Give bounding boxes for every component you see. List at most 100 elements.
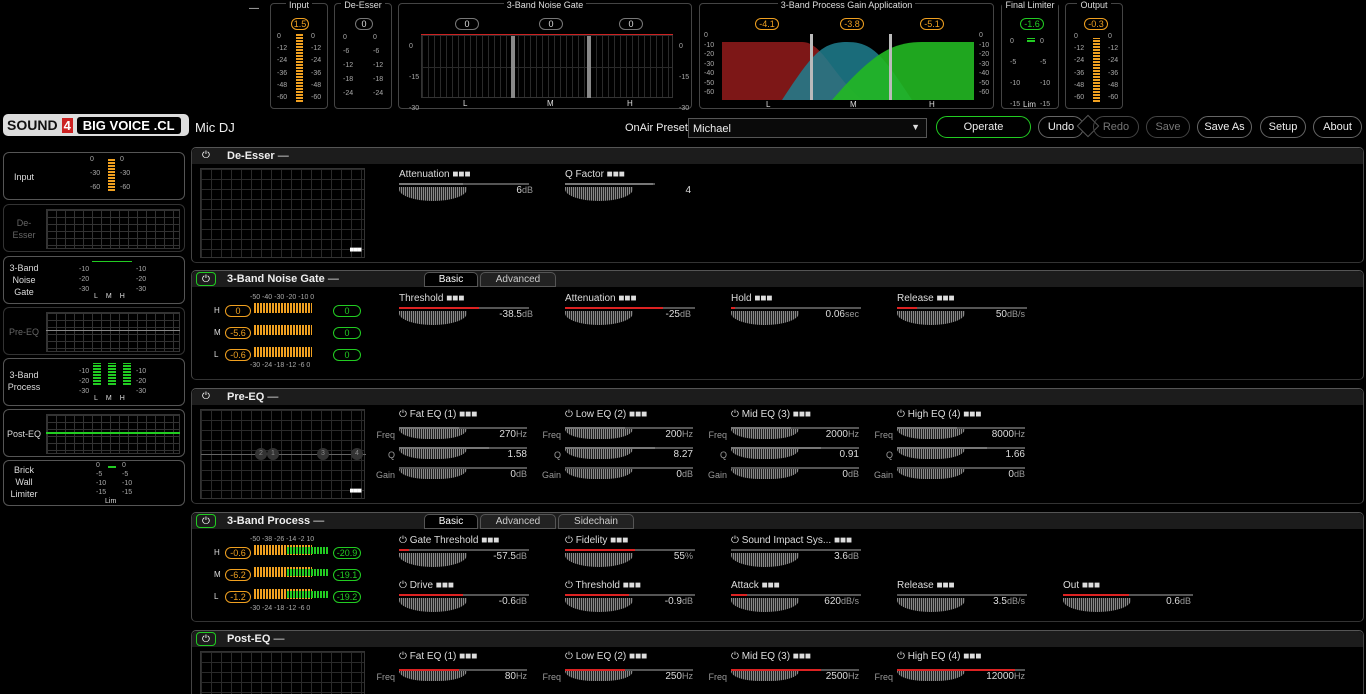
limiter-lim-label: Lim [1023,100,1036,109]
tab-basic[interactable]: Basic [424,272,478,287]
de-esser-graph[interactable]: ■■■ [200,168,365,258]
gate-ticks-right: 0 -15 -30 [679,31,689,124]
sidebar-item-de-esser[interactable]: De- Esser [3,204,185,252]
graph-menu-icon[interactable]: ■■■ [350,245,362,254]
tick-label: -60 [979,89,990,96]
knob[interactable] [731,553,799,567]
sidebar-gate-label: 3-Band Noise Gate [9,263,39,297]
gate-threshold-control[interactable]: Threshold ■■■ -38.5dB [399,293,564,331]
control-value: 0.6dB [1166,596,1191,607]
process-fidelity-control[interactable]: ⏻ Fidelity ■■■ 55% [565,535,730,573]
sidebar-limiter-label: Brick Wall Limiter [10,465,38,499]
setup-button[interactable]: Setup [1260,116,1306,138]
knob[interactable] [731,671,799,681]
post-eq-freq-control[interactable]: 12000Hz [897,657,1062,682]
sidebar-item-post-eq[interactable]: Post-EQ [3,409,185,457]
eq-node-4[interactable]: 4 [351,448,363,460]
process-release-control[interactable]: Release ■■■ 3.5dB/s [897,580,1062,618]
tick-label: -12 [311,45,322,53]
pre-eq-freq-control[interactable]: 8000Hz [897,415,1062,440]
tick-label: -12 [1108,45,1119,53]
knob[interactable] [1063,598,1131,612]
process-out-control[interactable]: Out ■■■ 0.6dB [1063,580,1228,618]
gate-meter-threshold-line [421,34,673,35]
gate-release-control[interactable]: Release ■■■ 50dB/s [897,293,1062,331]
tab-sidechain[interactable]: Sidechain [558,514,634,529]
de-esser-section: ⏻ De-Esser — ■■■ Attenuation ■■■ 6dB Q F… [191,147,1364,263]
noise-gate-header: ⏻ 3-Band Noise Gate — Basic Advanced [192,271,1363,287]
sidebar-item-limiter[interactable]: Brick Wall Limiter 0 -5 -10 -15 0 -5 -10 -15 L… [3,460,185,506]
save-as-button[interactable]: Save As [1197,116,1252,138]
pre-eq-graph[interactable]: 2 1 3 4 ■■■ [200,409,366,499]
gate-hold-control[interactable]: Hold ■■■ 0.06sec [731,293,896,331]
sidebar-item-noise-gate[interactable]: 3-Band Noise Gate -10 -20 -30 -10 -20 -30 LM… [3,256,185,304]
knob[interactable] [399,671,467,681]
control-label: ⏻ Drive ■■■ [399,580,454,591]
process-drive-control[interactable]: ⏻ Drive ■■■ -0.6dB [399,580,564,618]
pre-eq-gain-control[interactable]: 0dB [897,455,1062,480]
sidebar-input-label: Input [13,172,35,182]
control-value: 50 [995,309,1007,320]
knob[interactable] [565,598,633,612]
knob[interactable] [565,671,633,681]
sidebar-process-ticks-r: -10 -20 -30 [136,367,146,397]
gate-band-label: M [214,328,221,337]
process-sound-impact-control[interactable]: ⏻ Sound Impact Sys... ■■■ 3.6dB [731,535,896,573]
pre-eq-row-label: Gain [375,470,395,480]
knob[interactable] [897,671,965,681]
eq-node-1[interactable]: 1 [267,448,279,460]
de-esser-q-control[interactable]: Q Factor ■■■ 4 [565,169,730,207]
knob[interactable] [897,469,965,479]
tick-label: 0 [409,43,413,50]
pre-eq-q-control[interactable]: 1.66 [897,435,1062,460]
tab-basic[interactable]: Basic [424,514,478,529]
post-eq-graph[interactable] [200,651,365,694]
power-icon[interactable]: ⏻ [196,632,216,646]
power-icon[interactable]: ⏻ [196,272,216,286]
about-button[interactable]: About [1313,116,1362,138]
tick-label: -50 [979,79,990,87]
tick-label: -20 [704,51,715,58]
control-value: -57.5dB [493,551,527,562]
save-button[interactable]: Save [1146,116,1190,138]
power-icon[interactable]: ⏻ [196,390,216,404]
process-threshold-control[interactable]: ⏻ Threshold ■■■ -0.9dB [565,580,730,618]
sidebar-post-eq-curve [46,432,180,434]
pre-eq-row-label: Freq [708,430,727,440]
operate-button[interactable]: Operate [936,116,1031,138]
knob[interactable] [897,598,965,612]
knob[interactable] [399,469,467,479]
tab-advanced[interactable]: Advanced [480,514,556,529]
knob[interactable] [731,469,799,479]
tick-label: -10 [704,41,715,49]
graph-menu-icon[interactable]: ■■■ [350,486,362,495]
process-section: ⏻ 3-Band Process — Basic Advanced Sidech… [191,512,1364,622]
sidebar-item-process[interactable]: 3-Band Process -10 -20 -30 -10 -20 -30 LMH [3,358,185,406]
tab-advanced[interactable]: Advanced [480,272,556,287]
gate-attenuation-control[interactable]: Attenuation ■■■ -25dB [565,293,730,331]
noise-gate-title: 3-Band Noise Gate — [227,273,339,285]
process-attack-control[interactable]: Attack ■■■ 620dB/s [731,580,896,618]
power-icon[interactable]: ⏻ [196,149,216,163]
app-window: — Input 1.5 0 -12 -24 -36 -48 -60 0 -12 -24 -36-… [0,0,1366,694]
process-meter-title: 3-Band Process Gain Application [777,0,916,10]
eq-node-2[interactable]: 2 [255,448,267,460]
redo-button[interactable]: Redo [1093,116,1139,138]
knob[interactable] [399,553,467,567]
knob[interactable] [399,598,467,612]
tick-label: 0 [96,462,100,469]
sidebar-limiter-bar [108,465,116,468]
process-gate-threshold-control[interactable]: ⏻ Gate Threshold ■■■ -57.5dB [399,535,564,573]
knob[interactable] [731,598,799,612]
knob[interactable] [565,469,633,479]
sidebar-item-pre-eq[interactable]: Pre-EQ [3,307,185,355]
sidebar-item-input[interactable]: Input 0 -30 -60 0 -30 -60 [3,152,185,200]
power-icon[interactable]: ⏻ [196,514,216,528]
knob[interactable] [565,553,633,567]
sidebar-process-ticks-l: -10 -20 -30 [79,367,89,397]
onair-preset-select[interactable]: Michael ▼ [688,118,927,138]
eq-node-3[interactable]: 3 [317,448,329,460]
process-band-output-value: -19.2 [333,591,361,603]
de-esser-attenuation-control[interactable]: Attenuation ■■■ 6dB [399,169,564,207]
gate-band-label: L [214,350,219,359]
